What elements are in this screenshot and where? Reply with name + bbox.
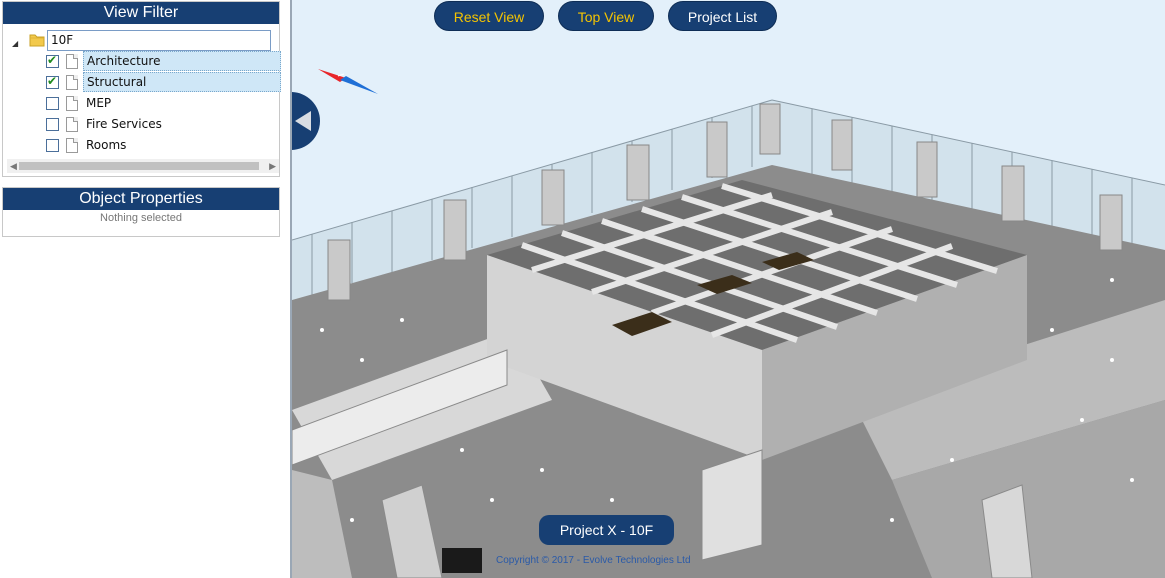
layer-item-label[interactable]: Architecture	[83, 51, 281, 71]
folder-icon	[29, 34, 45, 47]
layer-checkbox[interactable]	[46, 139, 59, 152]
scroll-right-icon[interactable]: ▶	[269, 160, 276, 172]
chevron-left-icon	[295, 111, 311, 131]
document-icon	[66, 75, 78, 90]
document-icon	[66, 138, 78, 153]
layer-checkbox[interactable]	[46, 118, 59, 131]
project-name-label: Project X - 10F	[539, 515, 674, 545]
scrollbar-thumb[interactable]	[19, 162, 259, 170]
tree-root-label[interactable]: 10F	[47, 30, 271, 51]
layer-checkbox[interactable]	[46, 97, 59, 110]
3d-viewport[interactable]: Reset View Top View Project List Project…	[292, 0, 1165, 578]
view-filter-panel: View Filter ◢ 10F ArchitectureStructural…	[2, 1, 281, 177]
object-properties-panel: Object Properties Nothing selected	[2, 187, 280, 237]
project-list-button[interactable]: Project List	[668, 1, 777, 31]
layer-checkbox[interactable]	[46, 74, 59, 89]
layer-item-label[interactable]: MEP	[83, 93, 111, 113]
layer-item-label[interactable]: Structural	[83, 72, 281, 92]
tree-horizontal-scrollbar[interactable]: ◀ ▶	[7, 159, 279, 173]
reset-view-button[interactable]: Reset View	[434, 1, 544, 31]
document-icon	[66, 117, 78, 132]
building-3d-model[interactable]	[292, 0, 1165, 578]
copyright-text: Copyright © 2017 - Evolve Technologies L…	[496, 555, 691, 566]
compass-icon	[318, 66, 380, 101]
document-icon	[66, 54, 78, 69]
layer-checkbox[interactable]	[46, 53, 59, 68]
collapse-triangle-icon[interactable]: ◢	[12, 39, 22, 49]
top-view-button[interactable]: Top View	[558, 1, 654, 31]
object-properties-status: Nothing selected	[100, 212, 182, 224]
scroll-left-icon[interactable]: ◀	[10, 160, 17, 172]
left-panel: View Filter ◢ 10F ArchitectureStructural…	[0, 0, 291, 578]
layer-tree: ◢ 10F ArchitectureStructuralMEPFire Serv…	[3, 2, 281, 173]
object-properties-title: Object Properties	[3, 188, 279, 210]
layer-item-label[interactable]: Fire Services	[83, 114, 162, 134]
layer-item-label[interactable]: Rooms	[83, 135, 126, 155]
document-icon	[66, 96, 78, 111]
